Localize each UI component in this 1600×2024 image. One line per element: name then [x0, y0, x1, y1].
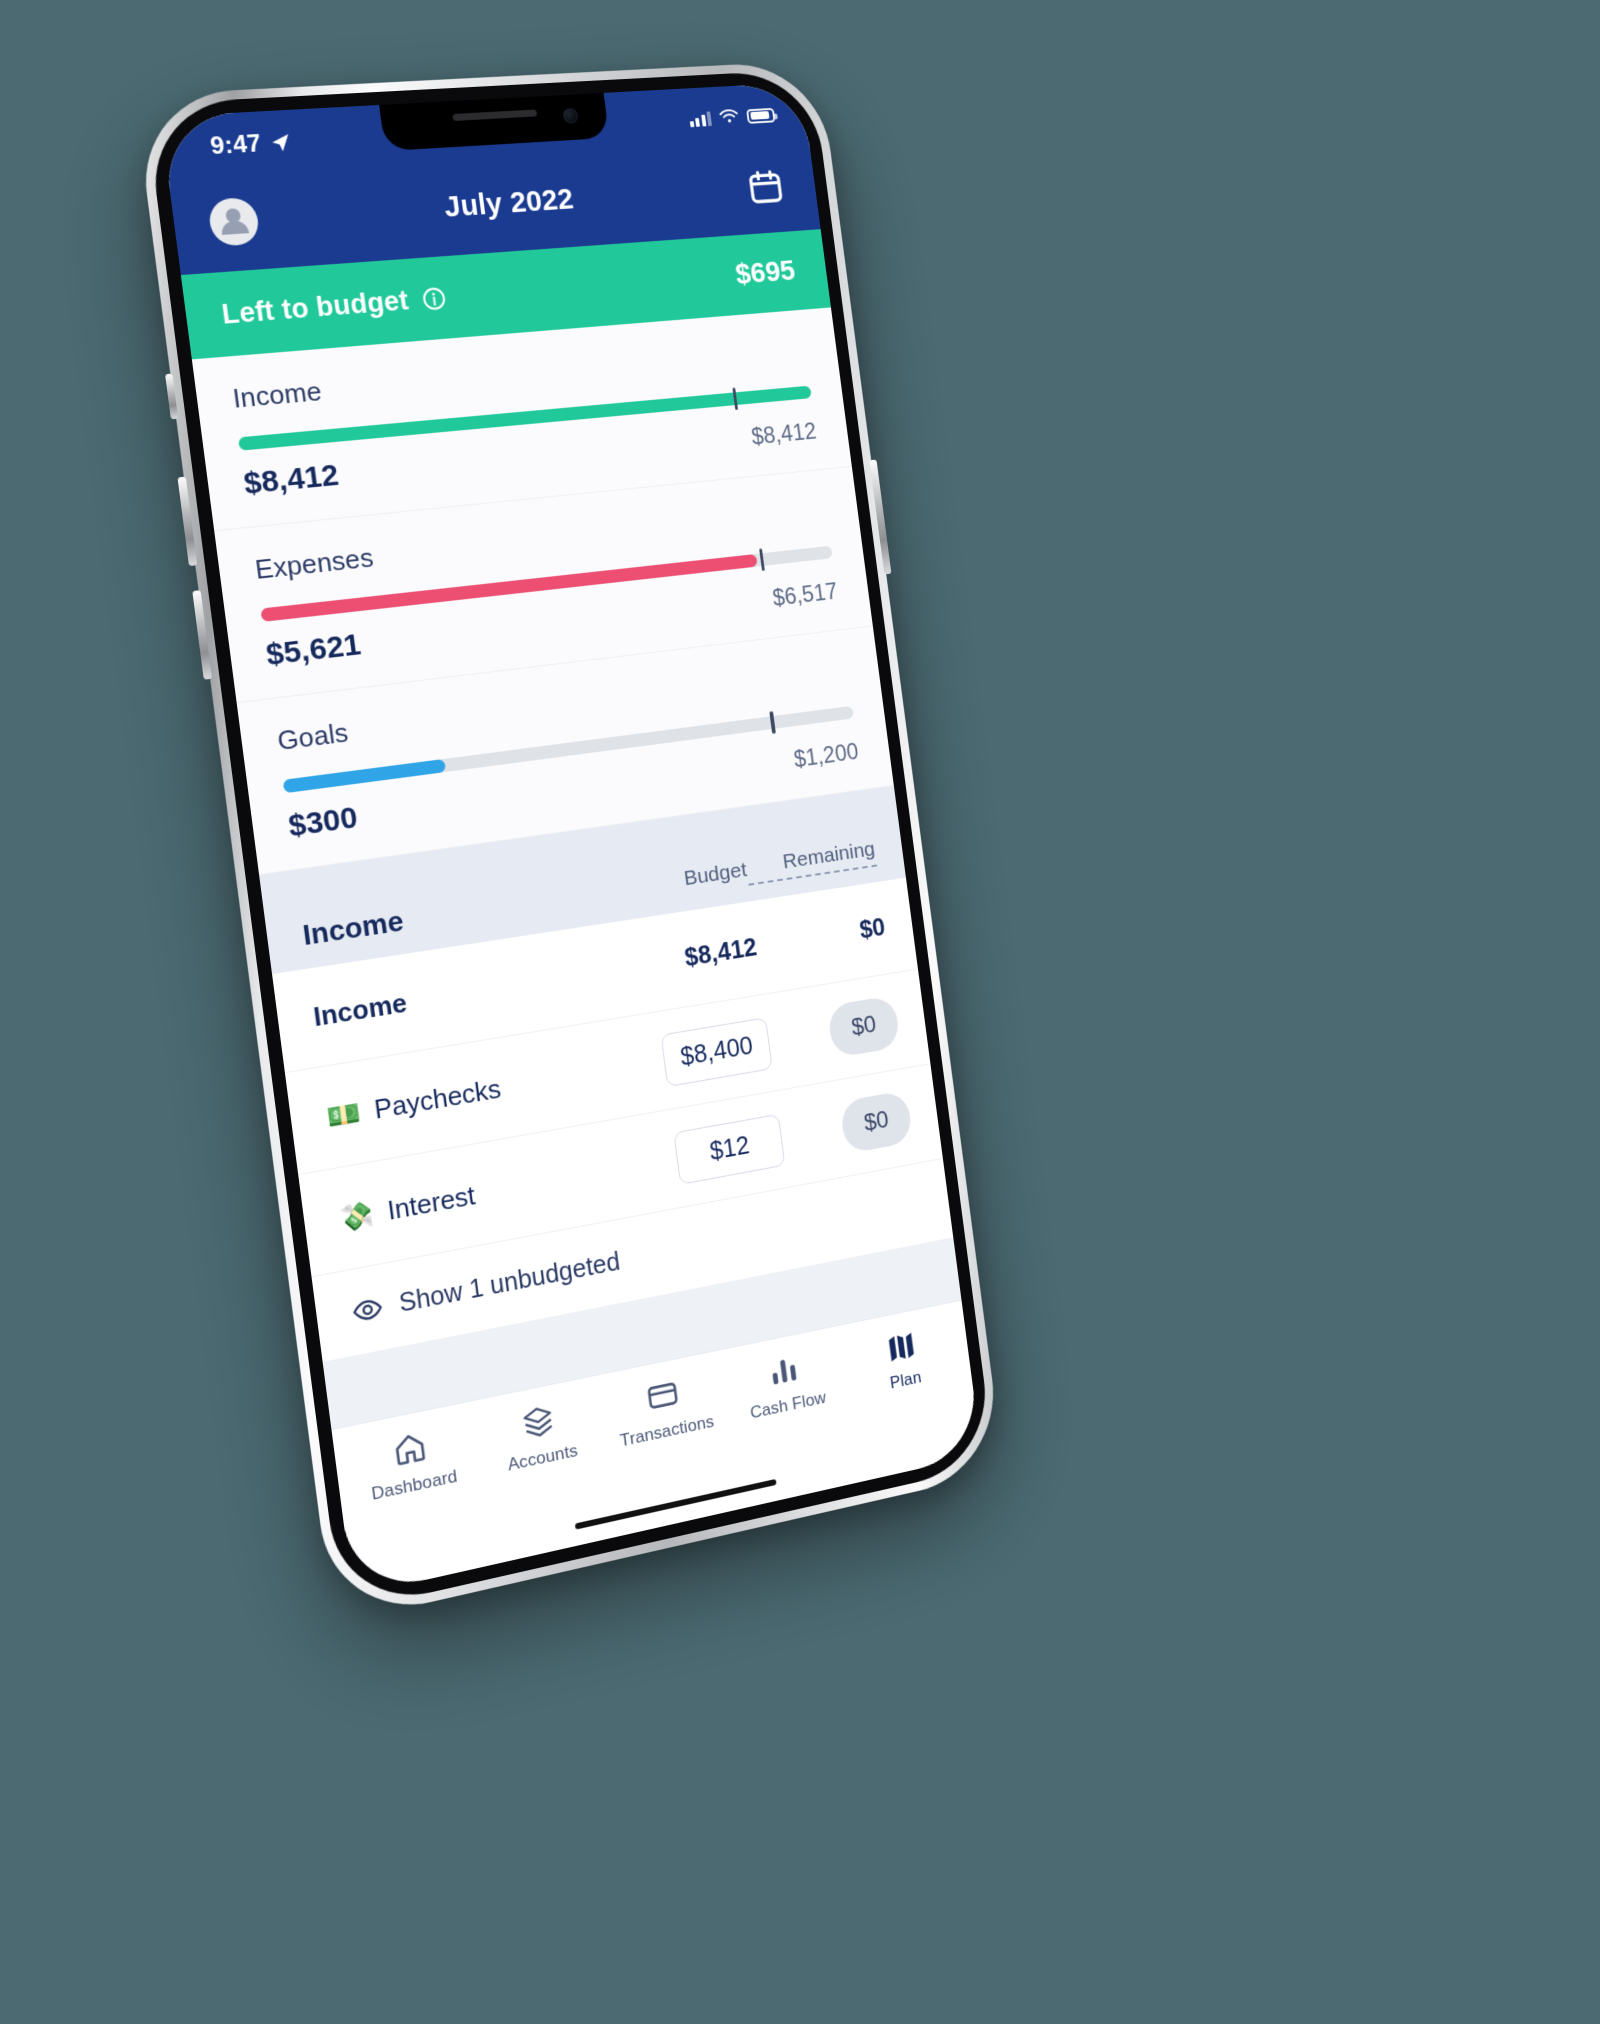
layers-icon: [519, 1401, 557, 1442]
left-to-budget-label: Left to budget: [219, 284, 411, 330]
wifi-icon: [718, 109, 739, 123]
column-header-budget: Budget: [682, 858, 749, 891]
battery-icon: [746, 107, 776, 124]
column-header-remaining[interactable]: Remaining: [744, 837, 878, 886]
calendar-icon[interactable]: [745, 166, 787, 207]
tab-label: Accounts: [506, 1440, 579, 1475]
tab-dashboard[interactable]: Dashboard: [342, 1418, 481, 1510]
budget-input[interactable]: $8,400: [660, 1016, 773, 1087]
row-budget: $12: [637, 1113, 786, 1191]
plan-bars-icon: [888, 1332, 915, 1362]
status-bar-indicators: [688, 107, 776, 127]
status-time: 9:47: [208, 129, 263, 161]
progress-tick: [758, 548, 766, 571]
row-label: Interest: [385, 1179, 477, 1226]
row-name: Income: [311, 987, 409, 1033]
cellular-signal-icon: [688, 110, 712, 127]
summary-actual: $8,412: [241, 458, 341, 501]
avatar-head-icon: [224, 207, 242, 223]
tab-label: Dashboard: [370, 1466, 459, 1504]
page-title: July 2022: [442, 183, 576, 224]
summary-actual: $300: [286, 800, 360, 844]
tab-label: Plan: [888, 1367, 923, 1393]
remaining-chip[interactable]: $0: [826, 994, 901, 1059]
front-camera-icon: [562, 108, 579, 124]
tab-plan[interactable]: Plan: [841, 1317, 965, 1402]
progress-fill: [282, 758, 446, 794]
row-name: 💵 Paychecks: [325, 1073, 503, 1134]
money-banknote-icon: 💵: [324, 1096, 363, 1134]
summary-total: $6,517: [771, 578, 839, 611]
tab-transactions[interactable]: Transactions: [599, 1366, 730, 1455]
summary-total: $8,412: [749, 418, 818, 450]
tab-label: Cash Flow: [749, 1387, 828, 1423]
eye-icon: [350, 1292, 385, 1329]
row-label: Paychecks: [372, 1072, 503, 1125]
budget-input[interactable]: $12: [673, 1113, 786, 1185]
left-to-budget-amount: $695: [733, 254, 797, 291]
tab-accounts[interactable]: Accounts: [472, 1392, 607, 1482]
money-with-wings-icon: 💸: [338, 1197, 376, 1235]
remaining-chip[interactable]: $0: [839, 1089, 914, 1155]
row-budget: $8,400: [624, 1016, 773, 1093]
credit-card-icon: [644, 1375, 681, 1416]
home-icon: [390, 1428, 429, 1470]
phone-mockup: 9:47 July 2022 Left to budget $695 Incom…: [134, 60, 1005, 1625]
summary-total: $1,200: [792, 738, 860, 773]
row-remaining: $0: [858, 913, 887, 945]
bar-chart-icon: [772, 1359, 797, 1385]
avatar[interactable]: [206, 196, 261, 247]
screenshot-canvas: 9:47 July 2022 Left to budget $695 Incom…: [0, 0, 1600, 2024]
progress-tick: [769, 711, 776, 734]
earpiece-speaker: [452, 109, 538, 122]
tab-label: Transactions: [618, 1411, 716, 1451]
row-budget: $8,412: [683, 933, 759, 973]
summary-actual: $5,621: [264, 627, 363, 673]
